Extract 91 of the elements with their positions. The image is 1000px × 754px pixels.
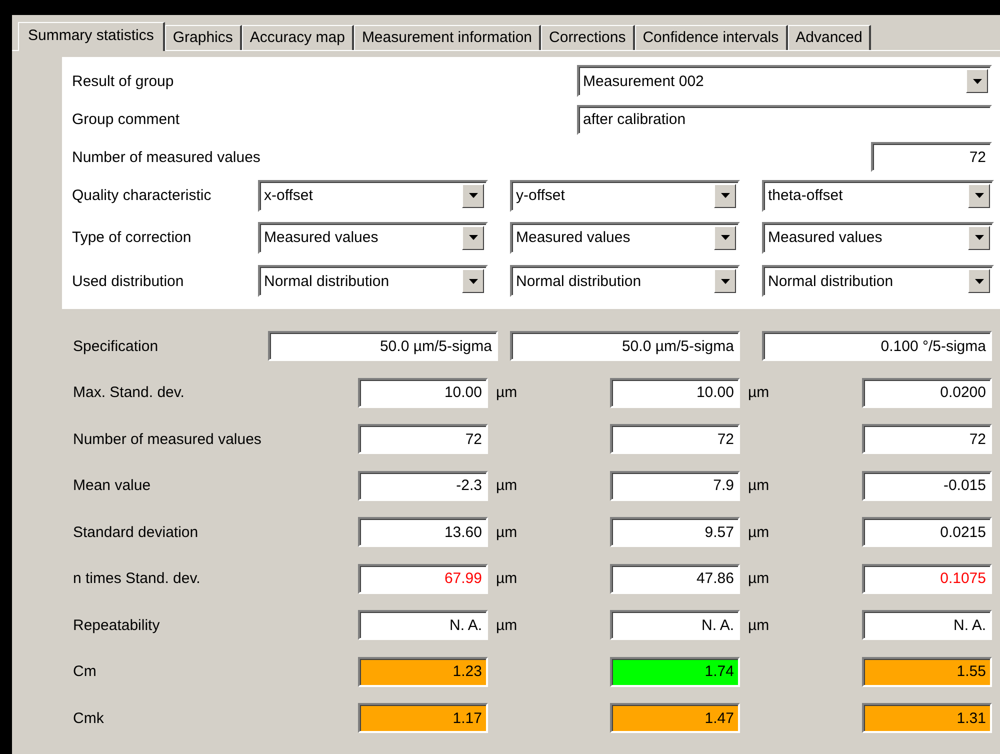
field-label: Used distribution (72, 272, 185, 290)
row-label: Specification (73, 338, 160, 355)
specification-field[interactable]: 0.100 °/5-sigma (762, 331, 992, 362)
dropdown-button[interactable] (714, 226, 736, 250)
dropdown[interactable]: theta-offset (762, 180, 994, 212)
capability-value: 1.74 (610, 656, 740, 687)
row-label: Cmk (73, 710, 105, 727)
field-label: Result of group (72, 72, 175, 90)
dropdown-button[interactable] (462, 226, 484, 250)
comment-field[interactable]: after calibration (577, 104, 992, 135)
dropdown-button[interactable] (714, 184, 736, 208)
unit-label: µm (748, 384, 770, 402)
tab[interactable]: Measurement information (354, 25, 542, 50)
capability-value: 1.31 (862, 703, 992, 734)
dropdown[interactable]: Normal distribution (762, 265, 994, 298)
value-field[interactable]: 7.9 (610, 470, 740, 501)
tab[interactable]: Corrections (541, 25, 635, 50)
value-field[interactable]: 47.86 (610, 564, 740, 594)
dropdown[interactable]: Measured values (510, 222, 740, 254)
result-dropdown[interactable]: Measurement 002 (577, 65, 992, 98)
tab[interactable]: Advanced (788, 25, 872, 50)
value-field[interactable]: 9.57 (610, 517, 740, 548)
unit-label: µm (496, 524, 518, 541)
capability-value: 1.55 (862, 656, 992, 687)
caret-icon (972, 78, 982, 84)
dropdown-button[interactable] (968, 269, 990, 294)
value-field[interactable]: N. A. (610, 610, 740, 640)
value-field[interactable]: N. A. (862, 610, 992, 640)
unit-label: µm (748, 570, 770, 588)
capability-value: 1.47 (610, 703, 740, 734)
value-field[interactable]: 72 (610, 424, 740, 454)
value-field[interactable]: 0.0215 (862, 517, 992, 548)
field-label: Quality characteristic (72, 187, 212, 204)
dropdown-button[interactable] (714, 269, 736, 294)
dropdown-button[interactable] (966, 69, 988, 94)
row-label: Standard deviation (73, 524, 200, 541)
unit-label: µm (748, 524, 770, 541)
row-label: Number of measured values (73, 430, 262, 448)
caret-icon (720, 278, 730, 284)
caret-icon (468, 193, 478, 198)
dropdown[interactable]: x-offset (258, 180, 488, 212)
value-field[interactable]: 67.99 (358, 564, 488, 594)
dropdown-button[interactable] (462, 184, 484, 208)
value-field[interactable]: 0.1075 (862, 564, 992, 594)
dropdown[interactable]: Measured values (762, 222, 994, 254)
caret-icon (974, 193, 984, 198)
row-label: n times Stand. dev. (73, 570, 202, 588)
dropdown[interactable]: y-offset (510, 180, 740, 212)
value-field[interactable]: 13.60 (358, 517, 488, 548)
row-label: Mean value (73, 477, 152, 494)
value-field[interactable]: 72 (358, 424, 488, 454)
field-label: Type of correction (72, 229, 192, 246)
field-label: Group comment (72, 111, 181, 128)
specification-field[interactable]: 50.0 µm/5-sigma (268, 331, 498, 362)
dropdown-button[interactable] (968, 184, 990, 208)
tab[interactable]: Summary statistics (18, 22, 165, 51)
value-field[interactable]: -2.3 (358, 470, 488, 501)
unit-label: µm (748, 477, 770, 494)
dropdown-button[interactable] (968, 226, 990, 250)
caret-icon (720, 235, 730, 240)
unit-label: µm (748, 616, 770, 634)
caret-icon (974, 278, 984, 284)
dropdown[interactable]: Normal distribution (510, 265, 740, 298)
unit-label: µm (496, 616, 518, 634)
unit-label: µm (496, 384, 518, 402)
row-label: Cm (73, 663, 98, 680)
caret-icon (468, 278, 478, 284)
row-label: Repeatability (73, 616, 161, 634)
tab[interactable]: Accuracy map (242, 25, 354, 50)
caret-icon (974, 235, 984, 240)
dropdown[interactable]: Measured values (258, 222, 488, 254)
caret-icon (720, 193, 730, 198)
row-label: Max. Stand. dev. (73, 384, 186, 402)
capability-value: 1.23 (358, 656, 488, 687)
field-label: Number of measured values (72, 148, 262, 166)
dropdown-button[interactable] (462, 269, 484, 294)
value-field[interactable]: -0.015 (862, 470, 992, 501)
unit-label: µm (496, 477, 518, 494)
dropdown[interactable]: Normal distribution (258, 265, 488, 298)
count-field[interactable]: 72 (871, 142, 992, 172)
tab[interactable]: Confidence intervals (634, 25, 788, 50)
value-field[interactable]: 72 (862, 424, 992, 454)
tab[interactable]: Graphics (164, 25, 242, 50)
value-field[interactable]: 10.00 (610, 378, 740, 408)
caret-icon (468, 235, 478, 240)
unit-label: µm (496, 570, 518, 588)
capability-value: 1.17 (358, 703, 488, 734)
value-field[interactable]: N. A. (358, 610, 488, 640)
value-field[interactable]: 0.0200 (862, 378, 992, 408)
specification-field[interactable]: 50.0 µm/5-sigma (510, 331, 740, 362)
value-field[interactable]: 10.00 (358, 378, 488, 408)
